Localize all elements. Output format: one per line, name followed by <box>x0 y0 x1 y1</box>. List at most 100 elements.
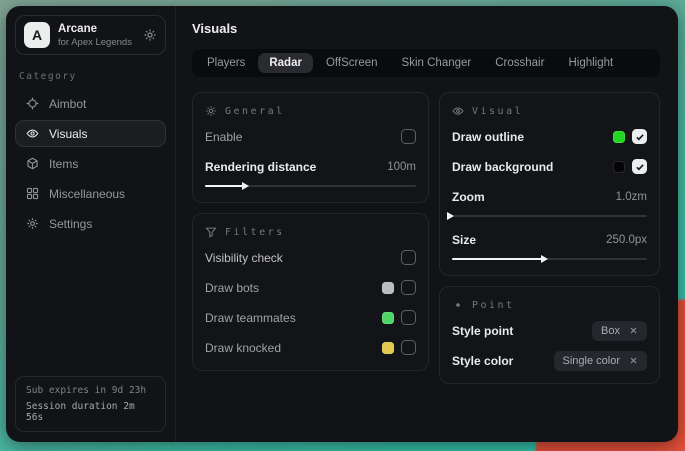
draw-background-label: Draw background <box>452 160 553 174</box>
style-point-value: Box <box>601 325 620 337</box>
sidebar-item-label: Miscellaneous <box>49 187 125 201</box>
gear-icon <box>26 217 39 230</box>
rendering-distance-slider[interactable] <box>205 181 416 190</box>
rendering-distance-label: Rendering distance <box>205 160 316 174</box>
filters-panel-header: Filters <box>205 226 416 238</box>
point-panel: Point Style point Box <box>439 286 660 384</box>
app-window: A Arcane for Apex Legends Category <box>6 6 678 442</box>
visual-panel-title: Visual <box>472 106 523 117</box>
style-color-row: Style color Single color <box>452 350 647 371</box>
draw-knocked-color-swatch[interactable] <box>382 342 394 354</box>
visibility-check-checkbox[interactable] <box>401 250 416 265</box>
sidebar-item-label: Aimbot <box>49 97 86 111</box>
brand-logo: A <box>24 22 50 48</box>
draw-background-checkbox[interactable] <box>632 159 647 174</box>
eye-scan-icon <box>26 127 39 140</box>
visibility-check-label: Visibility check <box>205 251 283 265</box>
sidebar-item-visuals[interactable]: Visuals <box>15 120 166 147</box>
sidebar-item-label: Items <box>49 157 78 171</box>
main-content: Visuals Players Radar OffScreen Skin Cha… <box>176 6 678 442</box>
cube-icon <box>26 157 39 170</box>
brand-title: Arcane <box>58 23 135 35</box>
visual-panel: Visual Draw outline <box>439 92 660 276</box>
sidebar-item-aimbot[interactable]: Aimbot <box>15 90 166 117</box>
sidebar-item-items[interactable]: Items <box>15 150 166 177</box>
slider-fill <box>452 258 546 260</box>
slider-handle[interactable] <box>541 255 548 263</box>
brand-card: A Arcane for Apex Legends <box>15 15 166 55</box>
style-point-row: Style point Box <box>452 320 647 341</box>
sidebar-item-miscellaneous[interactable]: Miscellaneous <box>15 180 166 207</box>
draw-background-color-swatch[interactable] <box>613 161 625 173</box>
funnel-icon <box>205 226 217 238</box>
visibility-check-row: Visibility check <box>205 247 416 268</box>
tab-crosshair[interactable]: Crosshair <box>484 53 555 73</box>
zoom-slider[interactable] <box>452 211 647 220</box>
left-column: General Enable Rendering distance 100m <box>192 92 429 371</box>
slider-handle[interactable] <box>447 212 454 220</box>
slider-handle[interactable] <box>242 182 249 190</box>
tab-highlight[interactable]: Highlight <box>557 53 624 73</box>
crosshair-icon <box>26 97 39 110</box>
filters-panel: Filters Visibility check Draw bots <box>192 213 429 371</box>
sidebar-item-settings[interactable]: Settings <box>15 210 166 237</box>
draw-outline-checkbox[interactable] <box>632 129 647 144</box>
size-row: Size 250.0px <box>452 229 647 250</box>
close-icon[interactable] <box>629 326 638 335</box>
general-panel-header: General <box>205 105 416 117</box>
draw-bots-label: Draw bots <box>205 281 259 295</box>
style-color-label: Style color <box>452 354 513 368</box>
tab-radar[interactable]: Radar <box>258 53 313 73</box>
draw-background-row: Draw background <box>452 156 647 177</box>
enable-row: Enable <box>205 126 416 147</box>
sidebar: A Arcane for Apex Legends Category <box>6 6 176 442</box>
dot-icon <box>452 299 464 311</box>
rendering-distance-value: 100m <box>387 161 416 173</box>
point-panel-title: Point <box>472 300 515 311</box>
size-slider[interactable] <box>452 254 647 263</box>
general-panel-title: General <box>225 106 285 117</box>
size-value: 250.0px <box>606 234 647 246</box>
grid-icon <box>26 187 39 200</box>
draw-teammates-label: Draw teammates <box>205 311 296 325</box>
visual-panel-header: Visual <box>452 105 647 117</box>
style-color-value: Single color <box>563 355 620 367</box>
brand-text: Arcane for Apex Legends <box>58 23 135 48</box>
enable-checkbox[interactable] <box>401 129 416 144</box>
style-point-select[interactable]: Box <box>592 321 647 341</box>
tab-offscreen[interactable]: OffScreen <box>315 53 389 73</box>
sidebar-nav: Aimbot Visuals Items <box>15 90 166 237</box>
draw-teammates-checkbox[interactable] <box>401 310 416 325</box>
draw-knocked-checkbox[interactable] <box>401 340 416 355</box>
draw-bots-checkbox[interactable] <box>401 280 416 295</box>
gear-icon[interactable] <box>143 28 157 42</box>
draw-bots-row: Draw bots <box>205 277 416 298</box>
draw-bots-color-swatch[interactable] <box>382 282 394 294</box>
general-panel: General Enable Rendering distance 100m <box>192 92 429 203</box>
sidebar-item-label: Visuals <box>49 127 87 141</box>
draw-outline-row: Draw outline <box>452 126 647 147</box>
category-label: Category <box>19 71 162 82</box>
zoom-value: 1.0zm <box>616 191 647 203</box>
style-color-select[interactable]: Single color <box>554 351 647 371</box>
slider-fill <box>205 185 247 187</box>
draw-outline-color-swatch[interactable] <box>613 131 625 143</box>
filters-panel-title: Filters <box>225 227 285 238</box>
session-card: Sub expires in 9d 23h Session duration 2… <box>15 376 166 432</box>
slider-track <box>452 215 647 217</box>
draw-teammates-row: Draw teammates <box>205 307 416 328</box>
desktop-background: { "sidebar": { "brand": { "initial": "A"… <box>0 0 685 451</box>
draw-knocked-row: Draw knocked <box>205 337 416 358</box>
tab-players[interactable]: Players <box>196 53 256 73</box>
close-icon[interactable] <box>629 356 638 365</box>
draw-outline-label: Draw outline <box>452 130 524 144</box>
sidebar-item-label: Settings <box>49 217 92 231</box>
tab-bar: Players Radar OffScreen Skin Changer Cro… <box>192 49 660 77</box>
panel-columns: General Enable Rendering distance 100m <box>192 92 660 384</box>
tab-skin-changer[interactable]: Skin Changer <box>391 53 483 73</box>
size-label: Size <box>452 233 476 247</box>
draw-knocked-label: Draw knocked <box>205 341 281 355</box>
draw-teammates-color-swatch[interactable] <box>382 312 394 324</box>
sub-expires-text: Sub expires in 9d 23h <box>26 385 155 396</box>
gear-icon <box>205 105 217 117</box>
